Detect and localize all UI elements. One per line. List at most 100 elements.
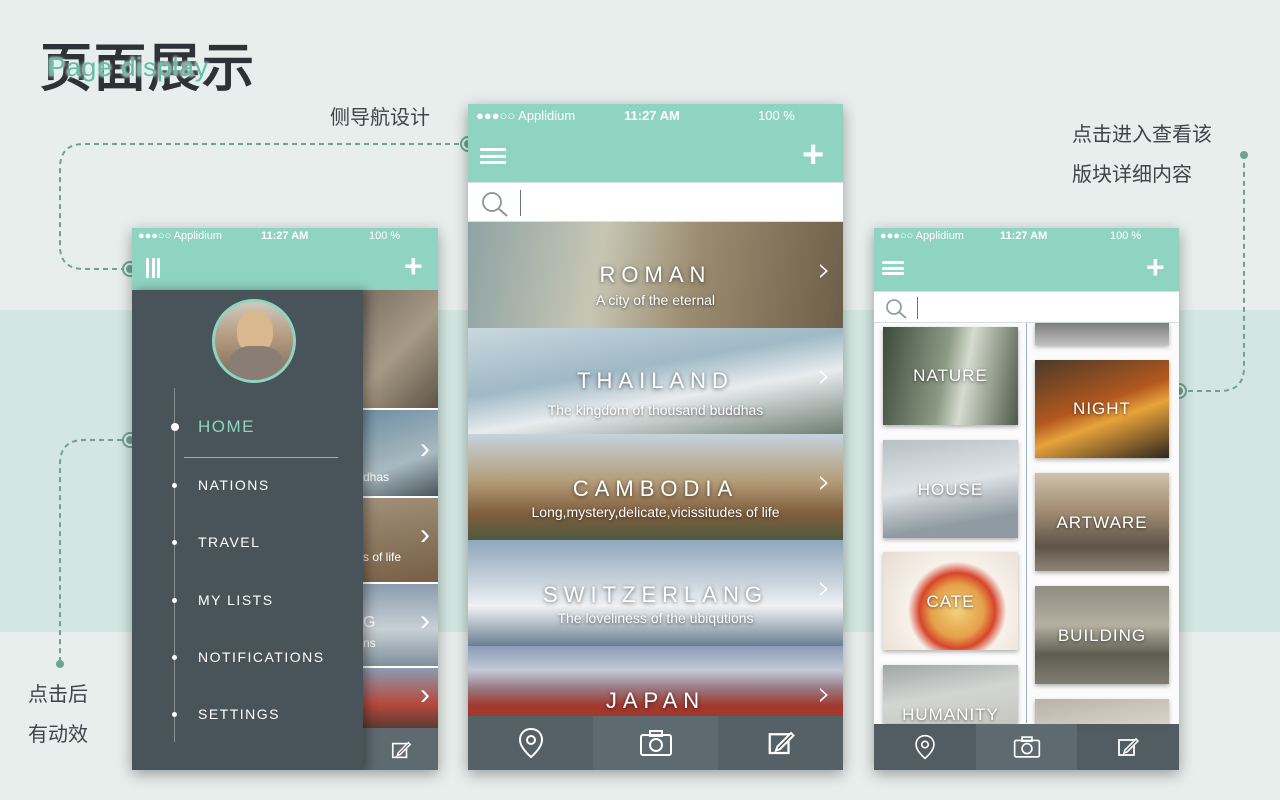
camera-icon [639,730,672,756]
tile-night[interactable]: NIGHT [1035,360,1169,458]
city-row-roman[interactable]: ROMAN A city of the eternal › [468,222,843,328]
clock-label: 11:27 AM [624,108,680,123]
menu-bullet [172,540,177,545]
chevron-right-icon: › [817,462,831,502]
menu-item-my-lists[interactable]: MY LISTS [198,592,274,608]
tab-camera[interactable] [593,716,718,770]
search-cursor [917,297,918,319]
clock-label: 11:27 AM [1000,230,1048,242]
side-drawer: HOME NATIONS TRAVEL MY LISTS NOTIFICATIO… [132,290,363,770]
add-button[interactable]: + [802,134,824,177]
edit-icon [768,731,795,755]
content-peek: dhas › s of life › Gns › › [363,290,438,770]
edit-icon[interactable] [363,728,438,770]
menu-icon[interactable] [882,261,904,275]
peek-subtitle: s of life [363,550,402,564]
city-subtitle: Long,mystery,delicate,vicissitudes of li… [531,504,780,520]
clock-label: 11:27 AM [261,230,309,242]
city-row-japan[interactable]: JAPAN › [468,646,843,716]
menu-item-home[interactable]: HOME [198,417,255,437]
menu-item-notifications[interactable]: NOTIFICATIONS [198,649,325,665]
tile-partial[interactable] [1035,323,1169,345]
chevron-right-icon: › [817,674,831,714]
tile-label: NIGHT [1073,399,1131,418]
city-title: THAILAND [577,368,734,393]
chevron-right-icon: › [817,568,831,608]
tile-label: HUMANITY [902,705,999,723]
city-row-switzerland[interactable]: SWITZERLANG The loveliness of the ubiqut… [468,540,843,646]
menu-bullet [172,655,177,660]
battery-label: 100 % [369,230,401,242]
annotation-detail-2: 版块详细内容 [1072,162,1192,186]
tile-label: BUILDING [1057,626,1147,645]
leader-end-dot [1240,151,1248,159]
city-row-thailand[interactable]: THAILAND The kingdom of thousand buddhas… [468,328,843,434]
location-pin-icon [915,734,935,760]
city-title: SWITZERLANG [543,582,768,607]
carrier-label: ●●●○○ Applidium [476,108,576,123]
menu-timeline [174,388,175,742]
search-icon [482,192,508,217]
peek-title: G [363,614,376,631]
nav-bar: + [874,246,1179,291]
search-bar[interactable] [874,291,1179,323]
phone-categories: ●●●○○ Applidium 11:27 AM 100 % + NATURE … [874,228,1179,770]
annotation-side-nav: 侧导航设计 [330,105,430,129]
peek-subtitle: dhas [363,470,390,484]
menu-item-settings[interactable]: SETTINGS [198,706,280,722]
tab-location[interactable] [874,724,976,770]
tile-cate[interactable]: CATE [883,552,1018,650]
peek-subtitle: ns [363,636,376,650]
tile-artware[interactable]: ARTWARE [1035,473,1169,571]
tab-bar [874,724,1179,770]
search-icon [886,299,907,319]
chevron-right-icon: › [817,356,831,396]
phone-drawer: ●●●○○ Applidium 11:27 AM 100 % + dhas › s… [132,228,438,770]
tile-label: HOUSE [917,480,984,499]
timeline-line [1026,323,1027,723]
status-bar: ●●●○○ Applidium 11:27 AM 100 % [468,104,843,130]
tab-location[interactable] [468,716,593,770]
city-subtitle: A city of the eternal [595,292,716,308]
tile-humanity[interactable]: HUMANITY [883,665,1018,723]
menu-bullet [171,423,179,431]
camera-icon [1013,736,1040,758]
tab-edit[interactable] [1077,724,1179,770]
city-row-cambodia[interactable]: CAMBODIA Long,mystery,delicate,vicissitu… [468,434,843,540]
menu-icon[interactable] [480,148,506,164]
city-title: CAMBODIA [572,476,739,501]
menu-bullet [172,483,177,488]
annotation-click-1: 点击后 [28,682,88,706]
status-bar: ●●●○○ Applidium 11:27 AM 100 % [874,228,1179,246]
location-pin-icon [518,727,543,759]
tab-edit[interactable] [718,716,843,770]
nav-bar: + [468,130,843,182]
carrier-label: ●●●○○ Applidium [880,230,964,242]
nav-bar: + [132,246,438,290]
phone-main: ●●●○○ Applidium 11:27 AM 100 % + ROMAN A… [468,104,843,770]
tab-bar [468,716,843,770]
menu-item-nations[interactable]: NATIONS [198,477,270,493]
add-button[interactable]: + [404,248,423,285]
tile-house[interactable]: HOUSE [883,440,1018,538]
add-button[interactable]: + [1146,249,1165,286]
chevron-right-icon: › [817,250,831,290]
avatar[interactable] [212,299,296,383]
tab-camera[interactable] [975,724,1078,770]
city-title: ROMAN [599,262,712,287]
menu-divider [184,457,338,458]
tile-nature[interactable]: NATURE [883,327,1018,425]
annotation-detail-1: 点击进入查看该 [1072,122,1212,146]
tile-label: ARTWARE [1056,513,1148,532]
city-title: JAPAN [605,688,706,713]
menu-item-travel[interactable]: TRAVEL [198,534,260,550]
status-bar: ●●●○○ Applidium 11:27 AM 100 % [132,228,438,246]
edit-icon [1118,737,1140,756]
menu-bullet [172,598,177,603]
search-bar[interactable] [468,182,843,222]
tile-label: CATE [926,592,975,611]
search-cursor [520,190,521,216]
menu-open-icon[interactable] [146,258,160,278]
tile-label: NATURE [913,366,988,385]
tile-building[interactable]: BUILDING [1035,586,1169,684]
